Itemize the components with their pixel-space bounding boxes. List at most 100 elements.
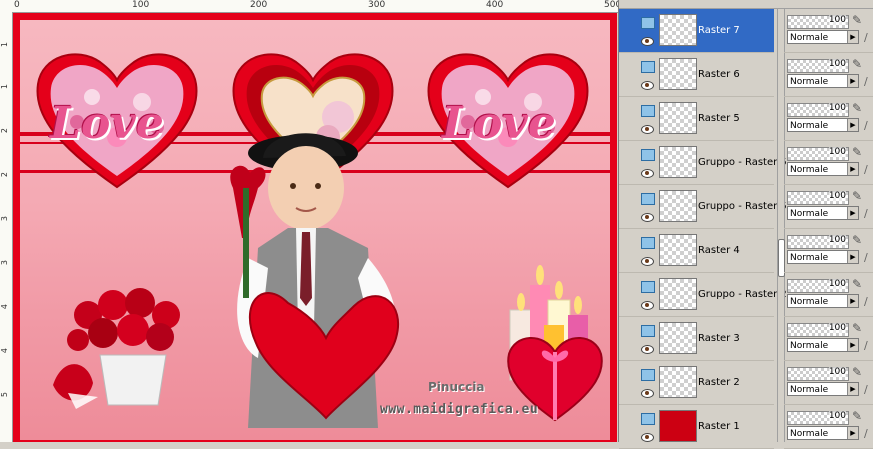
eye-icon[interactable] bbox=[641, 213, 654, 222]
layer-row[interactable]: Gruppo - Raster 5 bbox=[619, 185, 787, 229]
blend-mode-value: Normale bbox=[790, 33, 829, 43]
blend-mode-dropdown[interactable]: Normale ▶ bbox=[787, 162, 859, 176]
vertical-ruler: 1 1 2 2 3 3 4 4 5 bbox=[0, 12, 13, 442]
chevron-right-icon[interactable]: ▶ bbox=[847, 207, 858, 219]
opacity-slider[interactable]: 100 bbox=[787, 411, 849, 425]
opacity-slider[interactable]: 100 bbox=[787, 147, 849, 161]
chevron-right-icon[interactable]: ▶ bbox=[847, 295, 858, 307]
raster-layer-icon bbox=[641, 61, 655, 73]
blend-mode-dropdown[interactable]: Normale ▶ bbox=[787, 250, 859, 264]
chevron-right-icon[interactable]: ▶ bbox=[847, 383, 858, 395]
pencil-icon[interactable]: ✎ bbox=[852, 13, 866, 27]
chevron-right-icon[interactable]: ▶ bbox=[847, 75, 858, 87]
link-icon[interactable]: ∕ bbox=[864, 339, 873, 353]
link-icon[interactable]: ∕ bbox=[864, 75, 873, 89]
ruler-label: 5 bbox=[0, 392, 9, 398]
layer-thumbnail bbox=[659, 58, 697, 90]
layer-properties-row: 100 ✎ Normale ▶ ∕ bbox=[784, 185, 873, 229]
raster-layer-icon bbox=[641, 17, 655, 29]
pencil-icon[interactable]: ✎ bbox=[852, 145, 866, 159]
blend-mode-dropdown[interactable]: Normale ▶ bbox=[787, 382, 859, 396]
layer-row[interactable]: Raster 4 bbox=[619, 229, 774, 273]
ruler-label: 3 bbox=[0, 216, 9, 222]
ruler-label: 100 bbox=[132, 0, 150, 10]
ruler-label: 2 bbox=[0, 172, 9, 178]
layer-name: Raster 7 bbox=[698, 25, 740, 36]
chevron-right-icon[interactable]: ▶ bbox=[847, 31, 858, 43]
layer-properties-row: 100 ✎ Normale ▶ ∕ bbox=[784, 141, 873, 185]
link-icon[interactable]: ∕ bbox=[864, 207, 873, 221]
layer-row[interactable]: Raster 6 bbox=[619, 53, 774, 97]
pencil-icon[interactable]: ✎ bbox=[852, 365, 866, 379]
image-canvas[interactable]: Love Love Pinuccia www.maidigrafica.eu bbox=[13, 13, 617, 442]
link-icon[interactable]: ∕ bbox=[864, 383, 873, 397]
layer-thumbnail bbox=[659, 14, 697, 46]
opacity-value: 100 bbox=[828, 235, 846, 245]
raster-layer-icon bbox=[641, 149, 655, 161]
eye-icon[interactable] bbox=[641, 257, 654, 266]
eye-icon[interactable] bbox=[641, 389, 654, 398]
layer-properties-row: 100 ✎ Normale ▶ ∕ bbox=[784, 361, 873, 405]
chevron-right-icon[interactable]: ▶ bbox=[847, 251, 858, 263]
layer-row[interactable]: Raster 5 bbox=[619, 97, 774, 141]
eye-icon[interactable] bbox=[641, 169, 654, 178]
opacity-slider[interactable]: 100 bbox=[787, 279, 849, 293]
layer-properties-row: 100 ✎ Normale ▶ ∕ bbox=[784, 317, 873, 361]
layer-thumbnail bbox=[659, 366, 697, 398]
eye-icon[interactable] bbox=[641, 37, 654, 46]
opacity-slider[interactable]: 100 bbox=[787, 103, 849, 117]
eye-icon[interactable] bbox=[641, 81, 654, 90]
chevron-right-icon[interactable]: ▶ bbox=[847, 163, 858, 175]
pencil-icon[interactable]: ✎ bbox=[852, 277, 866, 291]
link-icon[interactable]: ∕ bbox=[864, 119, 873, 133]
pencil-icon[interactable]: ✎ bbox=[852, 321, 866, 335]
raster-layer-icon bbox=[641, 193, 655, 205]
blend-mode-dropdown[interactable]: Normale ▶ bbox=[787, 426, 859, 440]
opacity-slider[interactable]: 100 bbox=[787, 59, 849, 73]
opacity-slider[interactable]: 100 bbox=[787, 323, 849, 337]
opacity-slider[interactable]: 100 bbox=[787, 367, 849, 381]
blend-mode-dropdown[interactable]: Normale ▶ bbox=[787, 30, 859, 44]
chevron-right-icon[interactable]: ▶ bbox=[847, 339, 858, 351]
link-icon[interactable]: ∕ bbox=[864, 295, 873, 309]
layer-row[interactable]: Raster 3 bbox=[619, 317, 774, 361]
eye-icon[interactable] bbox=[641, 433, 654, 442]
blend-mode-dropdown[interactable]: Normale ▶ bbox=[787, 74, 859, 88]
layer-row[interactable]: Gruppo - Raster 5 bbox=[619, 141, 787, 185]
blend-mode-dropdown[interactable]: Normale ▶ bbox=[787, 118, 859, 132]
blend-mode-value: Normale bbox=[790, 429, 829, 439]
blend-mode-dropdown[interactable]: Normale ▶ bbox=[787, 294, 859, 308]
layer-name: Raster 6 bbox=[698, 69, 740, 80]
layer-thumbnail bbox=[659, 278, 697, 310]
blend-mode-value: Normale bbox=[790, 297, 829, 307]
pencil-icon[interactable]: ✎ bbox=[852, 409, 866, 423]
chevron-right-icon[interactable]: ▶ bbox=[847, 119, 858, 131]
opacity-slider[interactable]: 100 bbox=[787, 191, 849, 205]
opacity-slider[interactable]: 100 bbox=[787, 235, 849, 249]
layer-row[interactable]: Raster 1 bbox=[619, 405, 774, 449]
ruler-label: 300 bbox=[368, 0, 386, 10]
pencil-icon[interactable]: ✎ bbox=[852, 233, 866, 247]
layer-name: Raster 3 bbox=[698, 333, 740, 344]
pencil-icon[interactable]: ✎ bbox=[852, 101, 866, 115]
eye-icon[interactable] bbox=[641, 301, 654, 310]
layer-row[interactable]: Raster 2 bbox=[619, 361, 774, 405]
pencil-icon[interactable]: ✎ bbox=[852, 189, 866, 203]
ruler-label: 1 bbox=[0, 84, 9, 90]
pencil-icon[interactable]: ✎ bbox=[852, 57, 866, 71]
layer-row[interactable]: Raster 7 bbox=[619, 9, 774, 53]
blend-mode-value: Normale bbox=[790, 385, 829, 395]
blend-mode-value: Normale bbox=[790, 165, 829, 175]
link-icon[interactable]: ∕ bbox=[864, 31, 873, 45]
chevron-right-icon[interactable]: ▶ bbox=[847, 427, 858, 439]
layer-thumbnail bbox=[659, 410, 697, 442]
link-icon[interactable]: ∕ bbox=[864, 427, 873, 441]
blend-mode-dropdown[interactable]: Normale ▶ bbox=[787, 206, 859, 220]
link-icon[interactable]: ∕ bbox=[864, 163, 873, 177]
layer-row[interactable]: Gruppo - Raster 2 bbox=[619, 273, 787, 317]
opacity-slider[interactable]: 100 bbox=[787, 15, 849, 29]
blend-mode-dropdown[interactable]: Normale ▶ bbox=[787, 338, 859, 352]
link-icon[interactable]: ∕ bbox=[864, 251, 873, 265]
eye-icon[interactable] bbox=[641, 345, 654, 354]
eye-icon[interactable] bbox=[641, 125, 654, 134]
